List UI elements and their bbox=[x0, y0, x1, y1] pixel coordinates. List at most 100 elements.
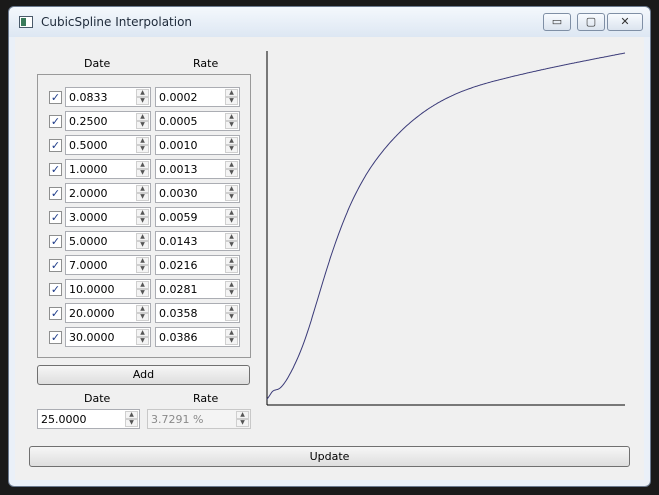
rate-spinbox[interactable]: 0.0010 ▲ ▼ bbox=[155, 135, 240, 155]
spin-down-icon[interactable]: ▼ bbox=[136, 265, 149, 273]
spin-down-icon[interactable]: ▼ bbox=[136, 313, 149, 321]
spline-curve-line bbox=[266, 52, 626, 400]
spin-up-icon[interactable]: ▲ bbox=[136, 305, 149, 313]
table-row: ✓ 0.2500 ▲ ▼ 0.0005 ▲ ▼ bbox=[49, 111, 241, 133]
spin-down-icon[interactable]: ▼ bbox=[136, 145, 149, 153]
spin-up-icon[interactable]: ▲ bbox=[136, 329, 149, 337]
spin-up-icon[interactable]: ▲ bbox=[225, 209, 238, 217]
table-row: ✓ 0.0833 ▲ ▼ 0.0002 ▲ ▼ bbox=[49, 87, 241, 109]
spin-up-icon[interactable]: ▲ bbox=[225, 113, 238, 121]
title-bar[interactable]: CubicSpline Interpolation ▭ ▢ ✕ bbox=[9, 7, 650, 37]
spin-up-icon[interactable]: ▲ bbox=[225, 233, 238, 241]
rate-spinbox[interactable]: 0.0030 ▲ ▼ bbox=[155, 183, 240, 203]
table-row: ✓ 10.0000 ▲ ▼ 0.0281 ▲ ▼ bbox=[49, 279, 241, 301]
spin-up-icon[interactable]: ▲ bbox=[225, 185, 238, 193]
row-checkbox[interactable]: ✓ bbox=[49, 115, 62, 128]
row-checkbox[interactable]: ✓ bbox=[49, 235, 62, 248]
spin-up-icon[interactable]: ▲ bbox=[136, 257, 149, 265]
spin-down-icon[interactable]: ▼ bbox=[225, 217, 238, 225]
date-spinbox[interactable]: 0.0833 ▲ ▼ bbox=[65, 87, 151, 107]
row-checkbox[interactable]: ✓ bbox=[49, 331, 62, 344]
spin-up-icon[interactable]: ▲ bbox=[225, 257, 238, 265]
row-checkbox[interactable]: ✓ bbox=[49, 187, 62, 200]
query-rate-label: Rate bbox=[193, 392, 219, 405]
spin-down-icon[interactable]: ▼ bbox=[225, 313, 238, 321]
rate-spinbox[interactable]: 0.0358 ▲ ▼ bbox=[155, 303, 240, 323]
row-checkbox[interactable]: ✓ bbox=[49, 163, 62, 176]
spin-down-icon[interactable]: ▼ bbox=[136, 97, 149, 105]
spin-up-icon[interactable]: ▲ bbox=[225, 89, 238, 97]
spin-down-icon[interactable]: ▼ bbox=[225, 241, 238, 249]
spin-down-icon[interactable]: ▼ bbox=[136, 169, 149, 177]
spin-up-icon[interactable]: ▲ bbox=[225, 137, 238, 145]
app-icon bbox=[19, 16, 33, 28]
date-spinbox[interactable]: 30.0000 ▲ ▼ bbox=[65, 327, 151, 347]
spin-down-icon[interactable]: ▼ bbox=[225, 145, 238, 153]
spin-down-icon[interactable]: ▼ bbox=[225, 121, 238, 129]
date-spinbox[interactable]: 3.0000 ▲ ▼ bbox=[65, 207, 151, 227]
table-row: ✓ 0.5000 ▲ ▼ 0.0010 ▲ ▼ bbox=[49, 135, 241, 157]
row-checkbox[interactable]: ✓ bbox=[49, 91, 62, 104]
spin-up-icon: ▲ bbox=[236, 411, 249, 419]
rate-value: 0.0030 bbox=[159, 187, 198, 200]
rate-value: 0.0216 bbox=[159, 259, 198, 272]
spin-up-icon[interactable]: ▲ bbox=[225, 329, 238, 337]
spin-up-icon[interactable]: ▲ bbox=[225, 305, 238, 313]
spin-up-icon[interactable]: ▲ bbox=[125, 411, 138, 419]
spin-down-icon[interactable]: ▼ bbox=[136, 193, 149, 201]
spin-up-icon[interactable]: ▲ bbox=[136, 161, 149, 169]
spin-up-icon[interactable]: ▲ bbox=[136, 137, 149, 145]
rate-value: 0.0358 bbox=[159, 307, 198, 320]
query-date-spinbox[interactable]: 25.0000 ▲ ▼ bbox=[37, 409, 140, 429]
date-value: 10.0000 bbox=[69, 283, 115, 296]
spin-up-icon[interactable]: ▲ bbox=[136, 281, 149, 289]
spin-down-icon[interactable]: ▼ bbox=[225, 97, 238, 105]
date-spinbox[interactable]: 1.0000 ▲ ▼ bbox=[65, 159, 151, 179]
add-button[interactable]: Add bbox=[37, 365, 250, 385]
spin-up-icon[interactable]: ▲ bbox=[136, 113, 149, 121]
spin-down-icon[interactable]: ▼ bbox=[136, 289, 149, 297]
update-button[interactable]: Update bbox=[29, 446, 630, 467]
date-spinbox[interactable]: 20.0000 ▲ ▼ bbox=[65, 303, 151, 323]
minimize-button[interactable]: ▭ bbox=[543, 13, 571, 31]
spin-up-icon[interactable]: ▲ bbox=[136, 233, 149, 241]
rate-spinbox[interactable]: 0.0216 ▲ ▼ bbox=[155, 255, 240, 275]
spin-down-icon[interactable]: ▼ bbox=[136, 121, 149, 129]
spin-up-icon[interactable]: ▲ bbox=[136, 185, 149, 193]
spin-down-icon[interactable]: ▼ bbox=[225, 193, 238, 201]
spin-up-icon[interactable]: ▲ bbox=[136, 209, 149, 217]
rate-spinbox[interactable]: 0.0059 ▲ ▼ bbox=[155, 207, 240, 227]
row-checkbox[interactable]: ✓ bbox=[49, 283, 62, 296]
row-checkbox[interactable]: ✓ bbox=[49, 307, 62, 320]
spin-up-icon[interactable]: ▲ bbox=[136, 89, 149, 97]
rate-spinbox[interactable]: 0.0386 ▲ ▼ bbox=[155, 327, 240, 347]
spin-down-icon[interactable]: ▼ bbox=[225, 265, 238, 273]
date-spinbox[interactable]: 0.2500 ▲ ▼ bbox=[65, 111, 151, 131]
date-spinbox[interactable]: 5.0000 ▲ ▼ bbox=[65, 231, 151, 251]
spin-down-icon[interactable]: ▼ bbox=[225, 337, 238, 345]
rate-value: 0.0386 bbox=[159, 331, 198, 344]
date-spinbox[interactable]: 0.5000 ▲ ▼ bbox=[65, 135, 151, 155]
spin-down-icon[interactable]: ▼ bbox=[136, 337, 149, 345]
spin-down-icon[interactable]: ▼ bbox=[136, 241, 149, 249]
spin-down-icon[interactable]: ▼ bbox=[225, 289, 238, 297]
close-button[interactable]: ✕ bbox=[607, 13, 643, 31]
rate-spinbox[interactable]: 0.0143 ▲ ▼ bbox=[155, 231, 240, 251]
row-checkbox[interactable]: ✓ bbox=[49, 259, 62, 272]
date-spinbox[interactable]: 2.0000 ▲ ▼ bbox=[65, 183, 151, 203]
date-spinbox[interactable]: 7.0000 ▲ ▼ bbox=[65, 255, 151, 275]
rate-spinbox[interactable]: 0.0002 ▲ ▼ bbox=[155, 87, 240, 107]
rate-spinbox[interactable]: 0.0005 ▲ ▼ bbox=[155, 111, 240, 131]
row-checkbox[interactable]: ✓ bbox=[49, 139, 62, 152]
rate-spinbox[interactable]: 0.0281 ▲ ▼ bbox=[155, 279, 240, 299]
spin-down-icon[interactable]: ▼ bbox=[125, 419, 138, 427]
spin-up-icon[interactable]: ▲ bbox=[225, 281, 238, 289]
rate-value: 0.0143 bbox=[159, 235, 198, 248]
spin-down-icon[interactable]: ▼ bbox=[225, 169, 238, 177]
spin-up-icon[interactable]: ▲ bbox=[225, 161, 238, 169]
spin-down-icon[interactable]: ▼ bbox=[136, 217, 149, 225]
date-spinbox[interactable]: 10.0000 ▲ ▼ bbox=[65, 279, 151, 299]
row-checkbox[interactable]: ✓ bbox=[49, 211, 62, 224]
rate-spinbox[interactable]: 0.0013 ▲ ▼ bbox=[155, 159, 240, 179]
maximize-button[interactable]: ▢ bbox=[577, 13, 605, 31]
